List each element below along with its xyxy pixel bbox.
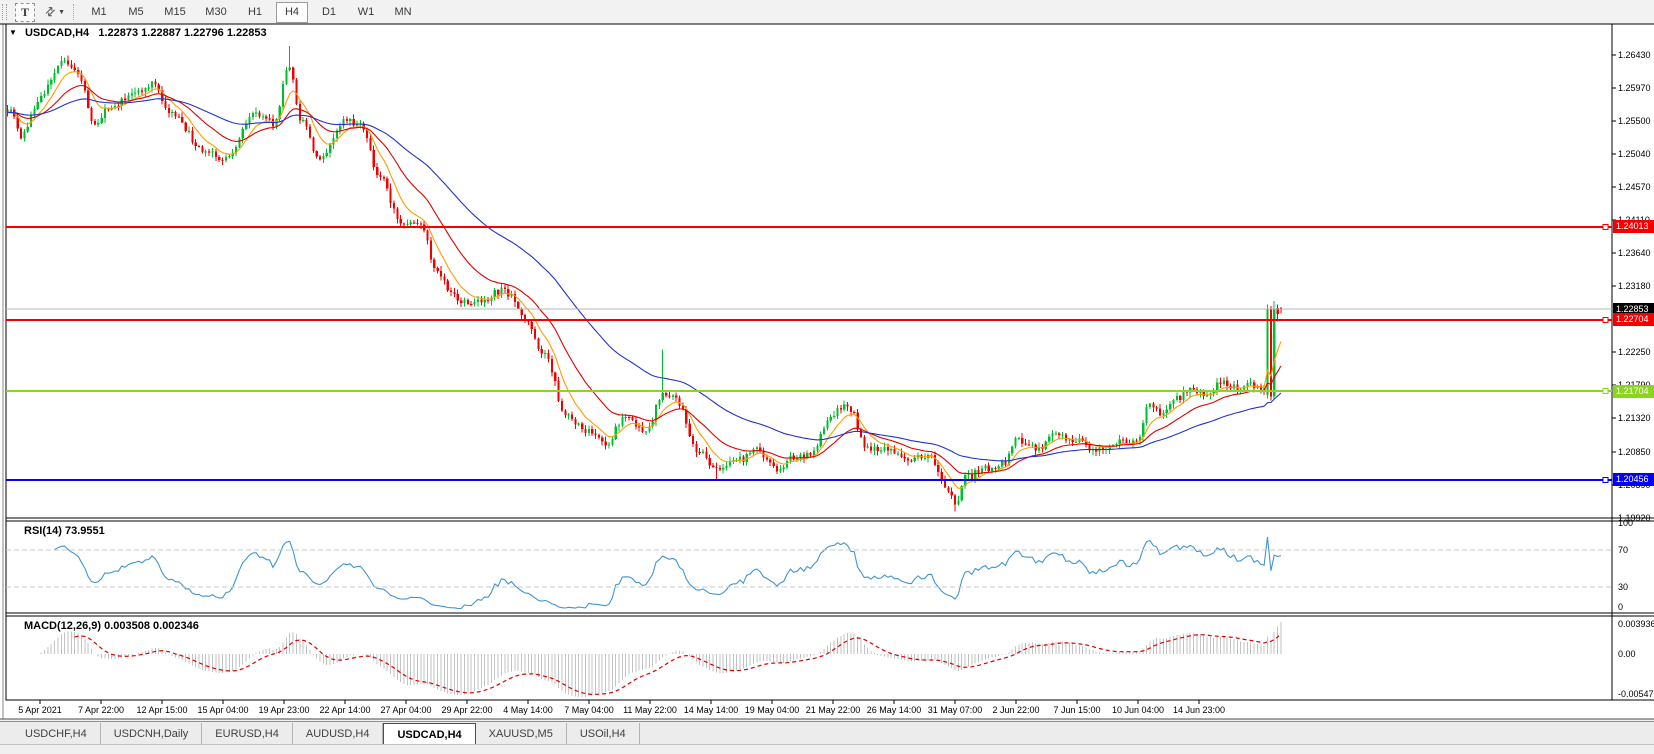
time-axis-label: 10 Jun 04:00: [1112, 705, 1164, 715]
mt-terminal-window: T ⇅ ▼ M1M5M15M30H1H4D1W1MN ▼ USDCAD,H4 1…: [0, 0, 1654, 754]
hline-handle[interactable]: [1603, 225, 1608, 230]
rsi-axis-label: 100: [1618, 518, 1633, 528]
time-axis-label: 31 May 07:00: [928, 705, 983, 715]
time-axis-label: 26 May 14:00: [867, 705, 922, 715]
price-badge-1.22704: 1.22704: [1613, 313, 1654, 326]
chart-window-bg: [0, 24, 1654, 719]
rsi-axis-label: 30: [1618, 582, 1628, 592]
chart-title: ▼ USDCAD,H4 1.22873 1.22887 1.22796 1.22…: [9, 27, 267, 39]
time-axis-label: 7 Apr 22:00: [78, 705, 124, 715]
time-axis-label: 2 Jun 22:00: [992, 705, 1039, 715]
collapse-triangle-icon[interactable]: ▼: [9, 28, 17, 37]
chart-tab-bar: USDCHF,H4USDCNH,DailyEURUSD,H4AUDUSD,H4U…: [0, 721, 1654, 745]
hline-handle[interactable]: [1603, 318, 1608, 323]
macd-axis-label: 0.00: [1618, 649, 1636, 659]
macd-axis-label: -0.00547: [1618, 689, 1654, 699]
price-axis-label: 1.25040: [1618, 149, 1651, 159]
time-axis-label: 19 May 04:00: [745, 705, 800, 715]
hline-handle[interactable]: [1603, 478, 1608, 483]
price-axis-label: 1.22250: [1618, 347, 1651, 357]
rsi-axis-label: 70: [1618, 545, 1628, 555]
time-axis-label: 11 May 22:00: [623, 705, 677, 715]
chart-canvas[interactable]: [0, 0, 1654, 754]
macd-axis-label: 0.003936: [1618, 619, 1654, 629]
price-badge-1.24013: 1.24013: [1613, 220, 1654, 233]
price-badge-1.21704: 1.21704: [1613, 385, 1654, 398]
time-axis-label: 7 May 04:00: [564, 705, 614, 715]
chart-tab-eurusd-h4[interactable]: EURUSD,H4: [202, 723, 293, 745]
chart-symbol-period: USDCAD,H4: [25, 27, 89, 39]
chart-ohlc-values: 1.22873 1.22887 1.22796 1.22853: [98, 27, 266, 39]
time-axis-label: 21 May 22:00: [806, 705, 861, 715]
time-axis-label: 7 Jun 15:00: [1053, 705, 1100, 715]
price-axis-label: 1.24570: [1618, 182, 1651, 192]
price-axis-label: 1.26430: [1618, 50, 1651, 60]
chart-tab-usdcad-h4[interactable]: USDCAD,H4: [383, 723, 475, 745]
price-axis-label: 1.20850: [1618, 447, 1651, 457]
price-axis-label: 1.23180: [1618, 281, 1651, 291]
hline-handle[interactable]: [1603, 389, 1608, 394]
price-axis-label: 1.25970: [1618, 83, 1651, 93]
status-bar: [0, 744, 1654, 754]
chart-tab-usdchf-h4[interactable]: USDCHF,H4: [12, 723, 101, 745]
chart-tab-audusd-h4[interactable]: AUDUSD,H4: [293, 723, 384, 745]
time-axis-label: 27 Apr 04:00: [380, 705, 431, 715]
time-axis-label: 15 Apr 04:00: [197, 705, 248, 715]
price-axis-label: 1.21320: [1618, 413, 1651, 423]
rsi-indicator-label: RSI(14) 73.9551: [24, 525, 105, 537]
time-axis-label: 14 Jun 23:00: [1173, 705, 1225, 715]
price-badge-1.20456: 1.20456: [1613, 473, 1654, 486]
rsi-axis-label: 0: [1618, 602, 1623, 612]
price-axis-label: 1.25500: [1618, 116, 1651, 126]
time-axis-label: 14 May 14:00: [684, 705, 739, 715]
chart-tab-usdcnh-daily[interactable]: USDCNH,Daily: [101, 723, 203, 745]
chart-tab-usoil-h4[interactable]: USOil,H4: [567, 723, 640, 745]
time-axis-label: 29 Apr 22:00: [441, 705, 492, 715]
time-axis-label: 5 Apr 2021: [18, 705, 62, 715]
time-axis-label: 19 Apr 23:00: [258, 705, 309, 715]
time-axis-label: 12 Apr 15:00: [136, 705, 187, 715]
chart-tab-xauusd-m5[interactable]: XAUUSD,M5: [476, 723, 567, 745]
macd-indicator-label: MACD(12,26,9) 0.003508 0.002346: [24, 620, 199, 632]
time-axis-label: 22 Apr 14:00: [319, 705, 370, 715]
time-axis-label: 4 May 14:00: [503, 705, 553, 715]
price-axis-label: 1.23640: [1618, 248, 1651, 258]
